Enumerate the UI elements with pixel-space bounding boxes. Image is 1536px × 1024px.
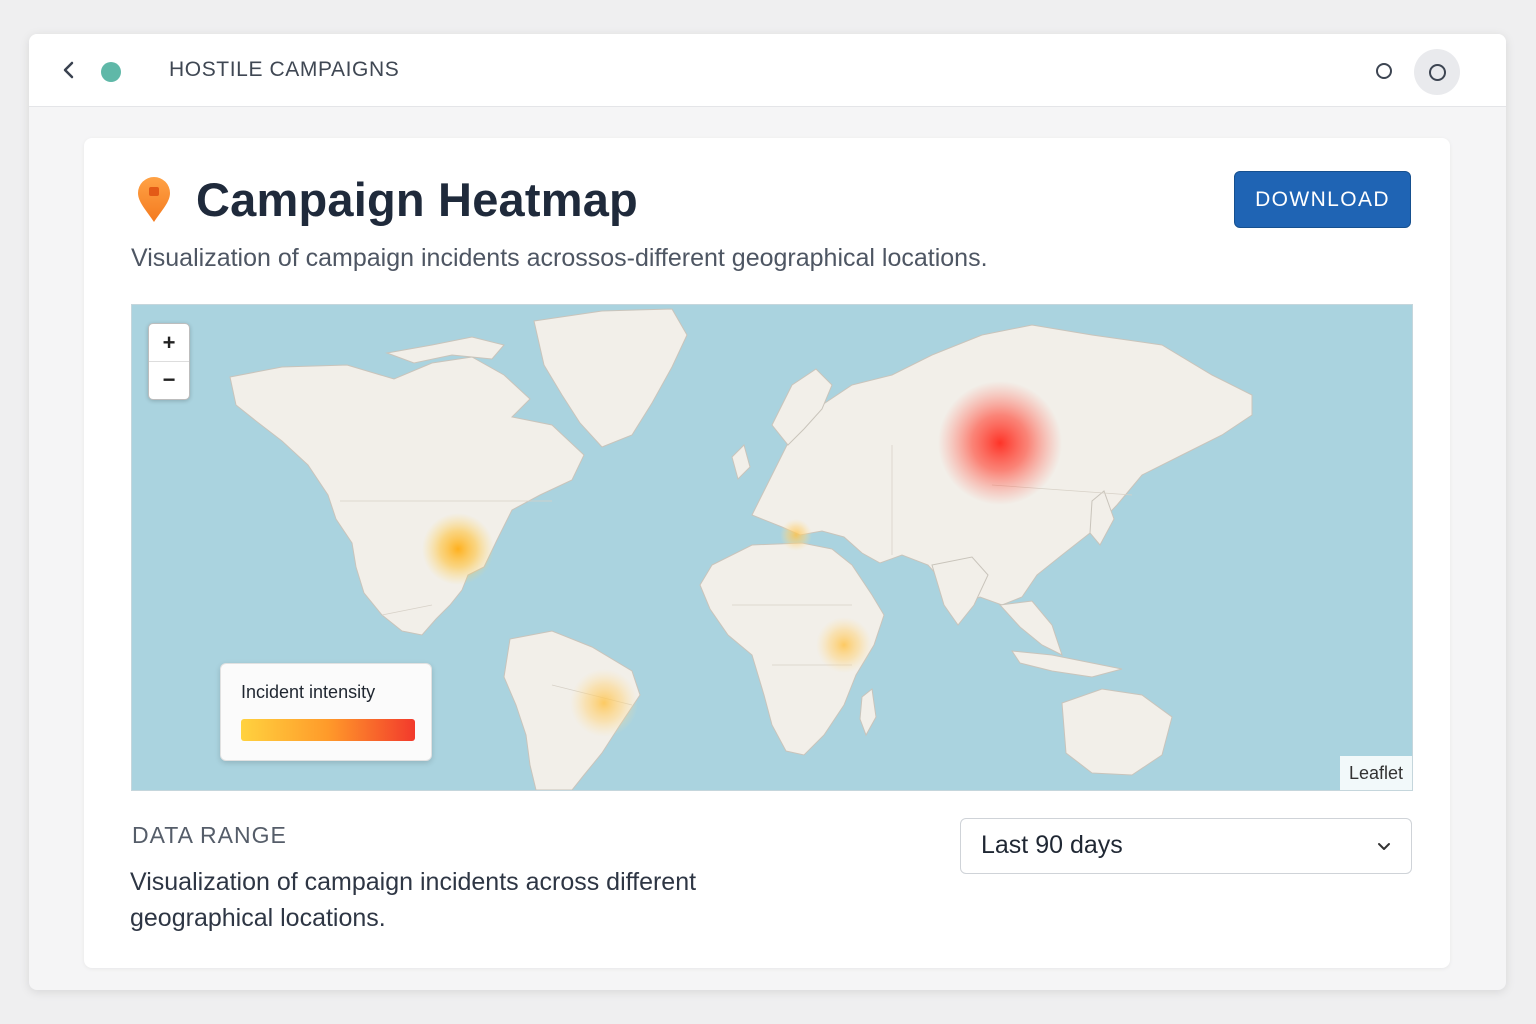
map-pin-icon — [138, 177, 170, 222]
top-bar: HOSTILE CAMPAIGNS — [29, 34, 1506, 107]
arctic-islands — [385, 336, 505, 364]
greenland-landmass — [533, 308, 688, 448]
intensity-legend: Incident intensity — [220, 663, 432, 761]
australia-landmass — [1061, 688, 1173, 776]
uk-landmass — [731, 444, 751, 480]
chevron-down-icon — [1378, 843, 1390, 850]
user-menu-button[interactable] — [1414, 49, 1460, 95]
window-control-button[interactable] — [1373, 60, 1395, 82]
legend-title: Incident intensity — [241, 682, 376, 702]
hotspot-brazil[interactable] — [570, 669, 638, 737]
legend-gradient-bar — [241, 719, 415, 741]
chevron-left-icon — [63, 61, 74, 79]
hotspot-usa[interactable] — [422, 513, 494, 585]
north-america-landmass — [229, 356, 585, 636]
ring-icon — [1376, 63, 1392, 79]
hotspot-horn-of-africa[interactable] — [816, 617, 872, 673]
status-dot — [101, 62, 121, 82]
heatmap-card: Campaign Heatmap DOWNLOAD Visualization … — [84, 138, 1450, 968]
date-range-value: Last 90 days — [981, 831, 1123, 859]
page-title: Campaign Heatmap — [196, 173, 638, 226]
hotspot-russia[interactable] — [938, 381, 1062, 505]
southeast-asia-landmass — [998, 600, 1063, 656]
madagascar-landmass — [859, 688, 877, 737]
heatmap-map[interactable]: + − Incident intensity Leaflet — [131, 304, 1413, 791]
map-attribution-link[interactable]: Leaflet — [1340, 756, 1412, 790]
download-button[interactable]: DOWNLOAD — [1234, 171, 1411, 228]
ring-icon — [1428, 63, 1446, 81]
app-title: HOSTILE CAMPAIGNS — [169, 58, 400, 81]
data-range-description: Visualization of campaign incidents acro… — [130, 868, 697, 932]
zoom-in-button[interactable]: + — [149, 324, 189, 362]
back-button[interactable] — [57, 58, 81, 82]
data-range-label: DATA RANGE — [132, 822, 287, 848]
india-landmass — [931, 556, 989, 626]
zoom-control: + − — [148, 323, 190, 400]
hotspot-greece[interactable] — [780, 519, 812, 551]
page-subtitle: Visualization of campaign incidents acro… — [131, 244, 988, 272]
date-range-select[interactable]: Last 90 days — [960, 818, 1412, 874]
app-window: HOSTILE CAMPAIGNS Campaign Heatmap DOWNL… — [29, 34, 1506, 990]
indonesia-landmass — [1010, 650, 1123, 678]
zoom-out-button[interactable]: − — [149, 361, 189, 398]
